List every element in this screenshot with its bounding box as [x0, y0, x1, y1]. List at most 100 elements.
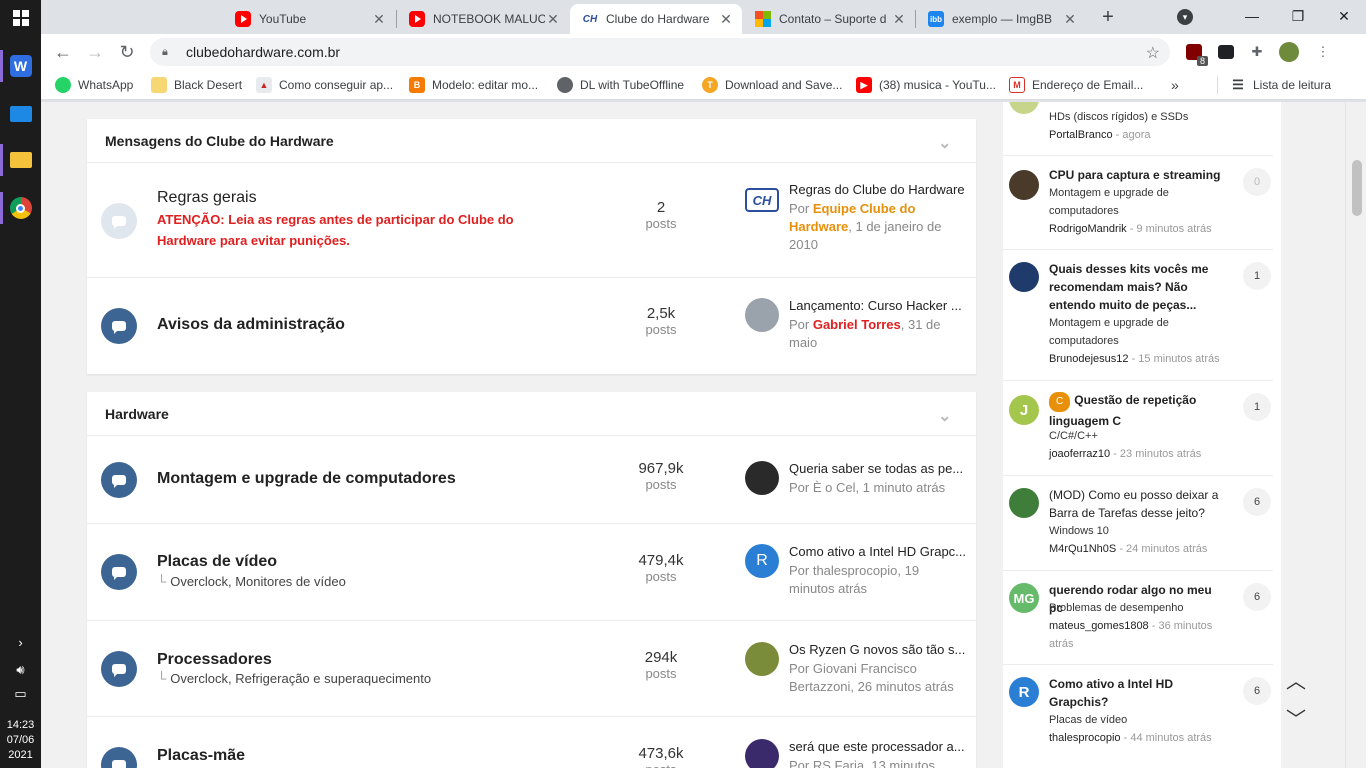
- last-post-title[interactable]: Os Ryzen G novos são tão s...: [789, 642, 967, 657]
- tab-search-icon[interactable]: ▾: [1177, 9, 1193, 25]
- tab-clube-do-hardware[interactable]: CH Clube do Hardware ✕: [570, 4, 742, 34]
- network-icon[interactable]: ▭: [0, 684, 41, 704]
- topic-category[interactable]: Problemas de desempenho: [1049, 599, 1229, 617]
- scroll-up-chevron-icon[interactable]: ︿: [1281, 664, 1311, 694]
- lock-icon[interactable]: 🔒︎: [162, 46, 176, 59]
- avatar[interactable]: [745, 298, 779, 332]
- back-arrow-icon[interactable]: ←: [49, 38, 77, 66]
- recent-topic[interactable]: (MOD) Como eu posso deixar a Barra de Ta…: [1003, 476, 1273, 571]
- chevron-down-icon[interactable]: ⌄: [938, 133, 956, 152]
- topic-category[interactable]: Montagem e upgrade de computadores: [1049, 184, 1229, 220]
- topic-author[interactable]: joaoferraz10: [1049, 448, 1110, 460]
- last-post-title[interactable]: Como ativo a Intel HD Grapc...: [789, 544, 967, 559]
- recent-topic[interactable]: J C Questão de repetição linguagem C C/C#…: [1003, 381, 1273, 476]
- forum-title[interactable]: Placas de vídeo: [157, 553, 277, 571]
- forum-row-processadores[interactable]: Processadores └ Overclock, Refrigeração e…: [87, 621, 976, 717]
- volume-icon[interactable]: 🔊︎: [0, 660, 41, 680]
- windows-start-icon[interactable]: [0, 0, 41, 36]
- avatar[interactable]: [1009, 488, 1039, 518]
- topic-title[interactable]: (MOD) Como eu posso deixar a Barra de Ta…: [1049, 486, 1229, 522]
- topic-author[interactable]: thalesprocopio: [1049, 732, 1121, 744]
- close-icon[interactable]: ✕: [891, 11, 907, 28]
- forum-row-montagem[interactable]: Montagem e upgrade de computadores 967,9…: [87, 436, 976, 524]
- tab-notebook-maluco[interactable]: NOTEBOOK MALUCO ✕: [397, 4, 569, 34]
- topic-title[interactable]: Como ativo a Intel HD Grapchis?: [1049, 675, 1229, 711]
- topic-title[interactable]: Quais desses kits vocês me recomendam ma…: [1049, 260, 1229, 314]
- topic-category[interactable]: Placas de vídeo: [1049, 711, 1229, 729]
- system-clock[interactable]: 14:23 07/06 2021: [0, 718, 41, 763]
- recent-topic[interactable]: MG querendo rodar algo no meu pc Problem…: [1003, 571, 1273, 665]
- wps-office-icon[interactable]: W: [0, 46, 41, 86]
- recent-topic[interactable]: Quais desses kits vocês me recomendam ma…: [1003, 250, 1273, 381]
- bookmark-tubeoffline[interactable]: DL with TubeOffline: [557, 76, 684, 94]
- avatar[interactable]: [1009, 102, 1039, 114]
- recent-topic[interactable]: R Como ativo a Intel HD Grapchis? Placas…: [1003, 665, 1273, 768]
- avatar[interactable]: [745, 461, 779, 495]
- topic-author[interactable]: Brunodejesus12: [1049, 353, 1129, 365]
- last-post-title[interactable]: Regras do Clube do Hardware: [789, 182, 967, 197]
- puzzle-extensions-icon[interactable]: ✚: [1247, 42, 1267, 62]
- topic-author[interactable]: PortalBranco: [1049, 129, 1113, 141]
- bookmark-download-save[interactable]: T Download and Save...: [702, 76, 842, 94]
- last-post-title[interactable]: Lançamento: Curso Hacker ...: [789, 298, 967, 313]
- address-url[interactable]: clubedohardware.com.br: [186, 44, 340, 60]
- avatar[interactable]: [1009, 262, 1039, 292]
- reading-list-button[interactable]: ☰ Lista de leitura: [1230, 76, 1331, 94]
- scrollbar-thumb[interactable]: [1352, 160, 1362, 216]
- reload-icon[interactable]: ↻: [113, 38, 141, 66]
- language-tag[interactable]: C: [1049, 392, 1071, 412]
- topic-title[interactable]: CPU para captura e streaming: [1049, 166, 1229, 184]
- forum-row-placas-video[interactable]: Placas de vídeo └ Overclock, Monitores de…: [87, 524, 976, 621]
- avatar[interactable]: [745, 739, 779, 768]
- topic-author[interactable]: RodrigoMandrik: [1049, 223, 1127, 235]
- recent-topic[interactable]: CPU para captura e streaming Montagem e …: [1003, 156, 1273, 250]
- forum-title[interactable]: Avisos da administração: [157, 316, 345, 334]
- address-bar[interactable]: 🔒︎ clubedohardware.com.br ☆: [150, 38, 1170, 66]
- forum-row-placas-mae[interactable]: Placas-mãe 473,6k posts será que este pr…: [87, 717, 976, 768]
- bookmark-whatsapp[interactable]: WhatsApp: [55, 76, 133, 94]
- avatar[interactable]: R: [745, 544, 779, 578]
- topic-author[interactable]: M4rQu1Nh0S: [1049, 543, 1116, 555]
- topic-category[interactable]: C/C#/C++: [1049, 427, 1229, 445]
- topic-category[interactable]: HDs (discos rígidos) e SSDs: [1049, 108, 1229, 126]
- forum-title[interactable]: Placas-mãe: [157, 747, 245, 765]
- bookmark-black-desert[interactable]: Black Desert: [151, 76, 242, 94]
- chevron-right-icon[interactable]: ›: [0, 632, 41, 652]
- close-icon[interactable]: ✕: [371, 11, 387, 28]
- profile-avatar-icon[interactable]: [1279, 42, 1299, 62]
- window-close-icon[interactable]: ✕: [1321, 0, 1366, 32]
- ublock-extension-icon[interactable]: 8: [1184, 42, 1208, 66]
- topic-category[interactable]: Windows 10: [1049, 522, 1229, 540]
- bookmark-endereco-email[interactable]: M Endereço de Email...: [1009, 76, 1143, 94]
- bookmarks-overflow-icon[interactable]: »: [1171, 76, 1179, 94]
- last-post-title[interactable]: será que este processador a...: [789, 739, 967, 754]
- forward-arrow-icon[interactable]: →: [81, 38, 109, 66]
- bookmark-como-conseguir[interactable]: ▲ Como conseguir ap...: [256, 76, 393, 94]
- file-explorer-icon[interactable]: [0, 140, 41, 180]
- tab-youtube[interactable]: YouTube ✕: [223, 4, 395, 34]
- new-tab-plus-icon[interactable]: +: [1094, 6, 1122, 30]
- close-icon[interactable]: ✕: [545, 11, 561, 28]
- bookmark-star-icon[interactable]: ☆: [1146, 43, 1160, 63]
- topic-title-text[interactable]: Questão de repetição linguagem C: [1049, 393, 1196, 428]
- menu-dots-icon[interactable]: ⋮: [1313, 42, 1333, 62]
- last-post-title[interactable]: Queria saber se todas as pe...: [789, 461, 967, 476]
- chrome-icon[interactable]: [0, 188, 41, 228]
- bookmark-youtube-musica[interactable]: ▶ (38) musica - YouTu...: [856, 76, 996, 94]
- avatar[interactable]: [745, 642, 779, 676]
- restore-icon[interactable]: ❐: [1275, 0, 1321, 32]
- topic-author[interactable]: mateus_gomes1808: [1049, 620, 1149, 632]
- avatar[interactable]: [1009, 170, 1039, 200]
- recent-topic[interactable]: HDs (discos rígidos) e SSDs PortalBranco…: [1003, 102, 1273, 156]
- scroll-down-chevron-icon[interactable]: ﹀: [1281, 702, 1311, 732]
- forum-title[interactable]: Regras gerais: [157, 189, 257, 207]
- subforum-links[interactable]: Overclock, Refrigeração e superaquecimen…: [170, 671, 431, 686]
- extension-icon[interactable]: [1216, 42, 1236, 62]
- close-icon[interactable]: ✕: [1062, 11, 1078, 28]
- bookmark-modelo-editar[interactable]: B Modelo: editar mo...: [409, 76, 538, 94]
- clube-do-hardware-logo[interactable]: CH: [745, 188, 779, 212]
- minimize-icon[interactable]: —: [1229, 0, 1275, 32]
- forum-title[interactable]: Processadores: [157, 651, 272, 669]
- topic-title[interactable]: C Questão de repetição linguagem C: [1049, 391, 1229, 430]
- last-post-author[interactable]: Gabriel Torres: [813, 317, 901, 332]
